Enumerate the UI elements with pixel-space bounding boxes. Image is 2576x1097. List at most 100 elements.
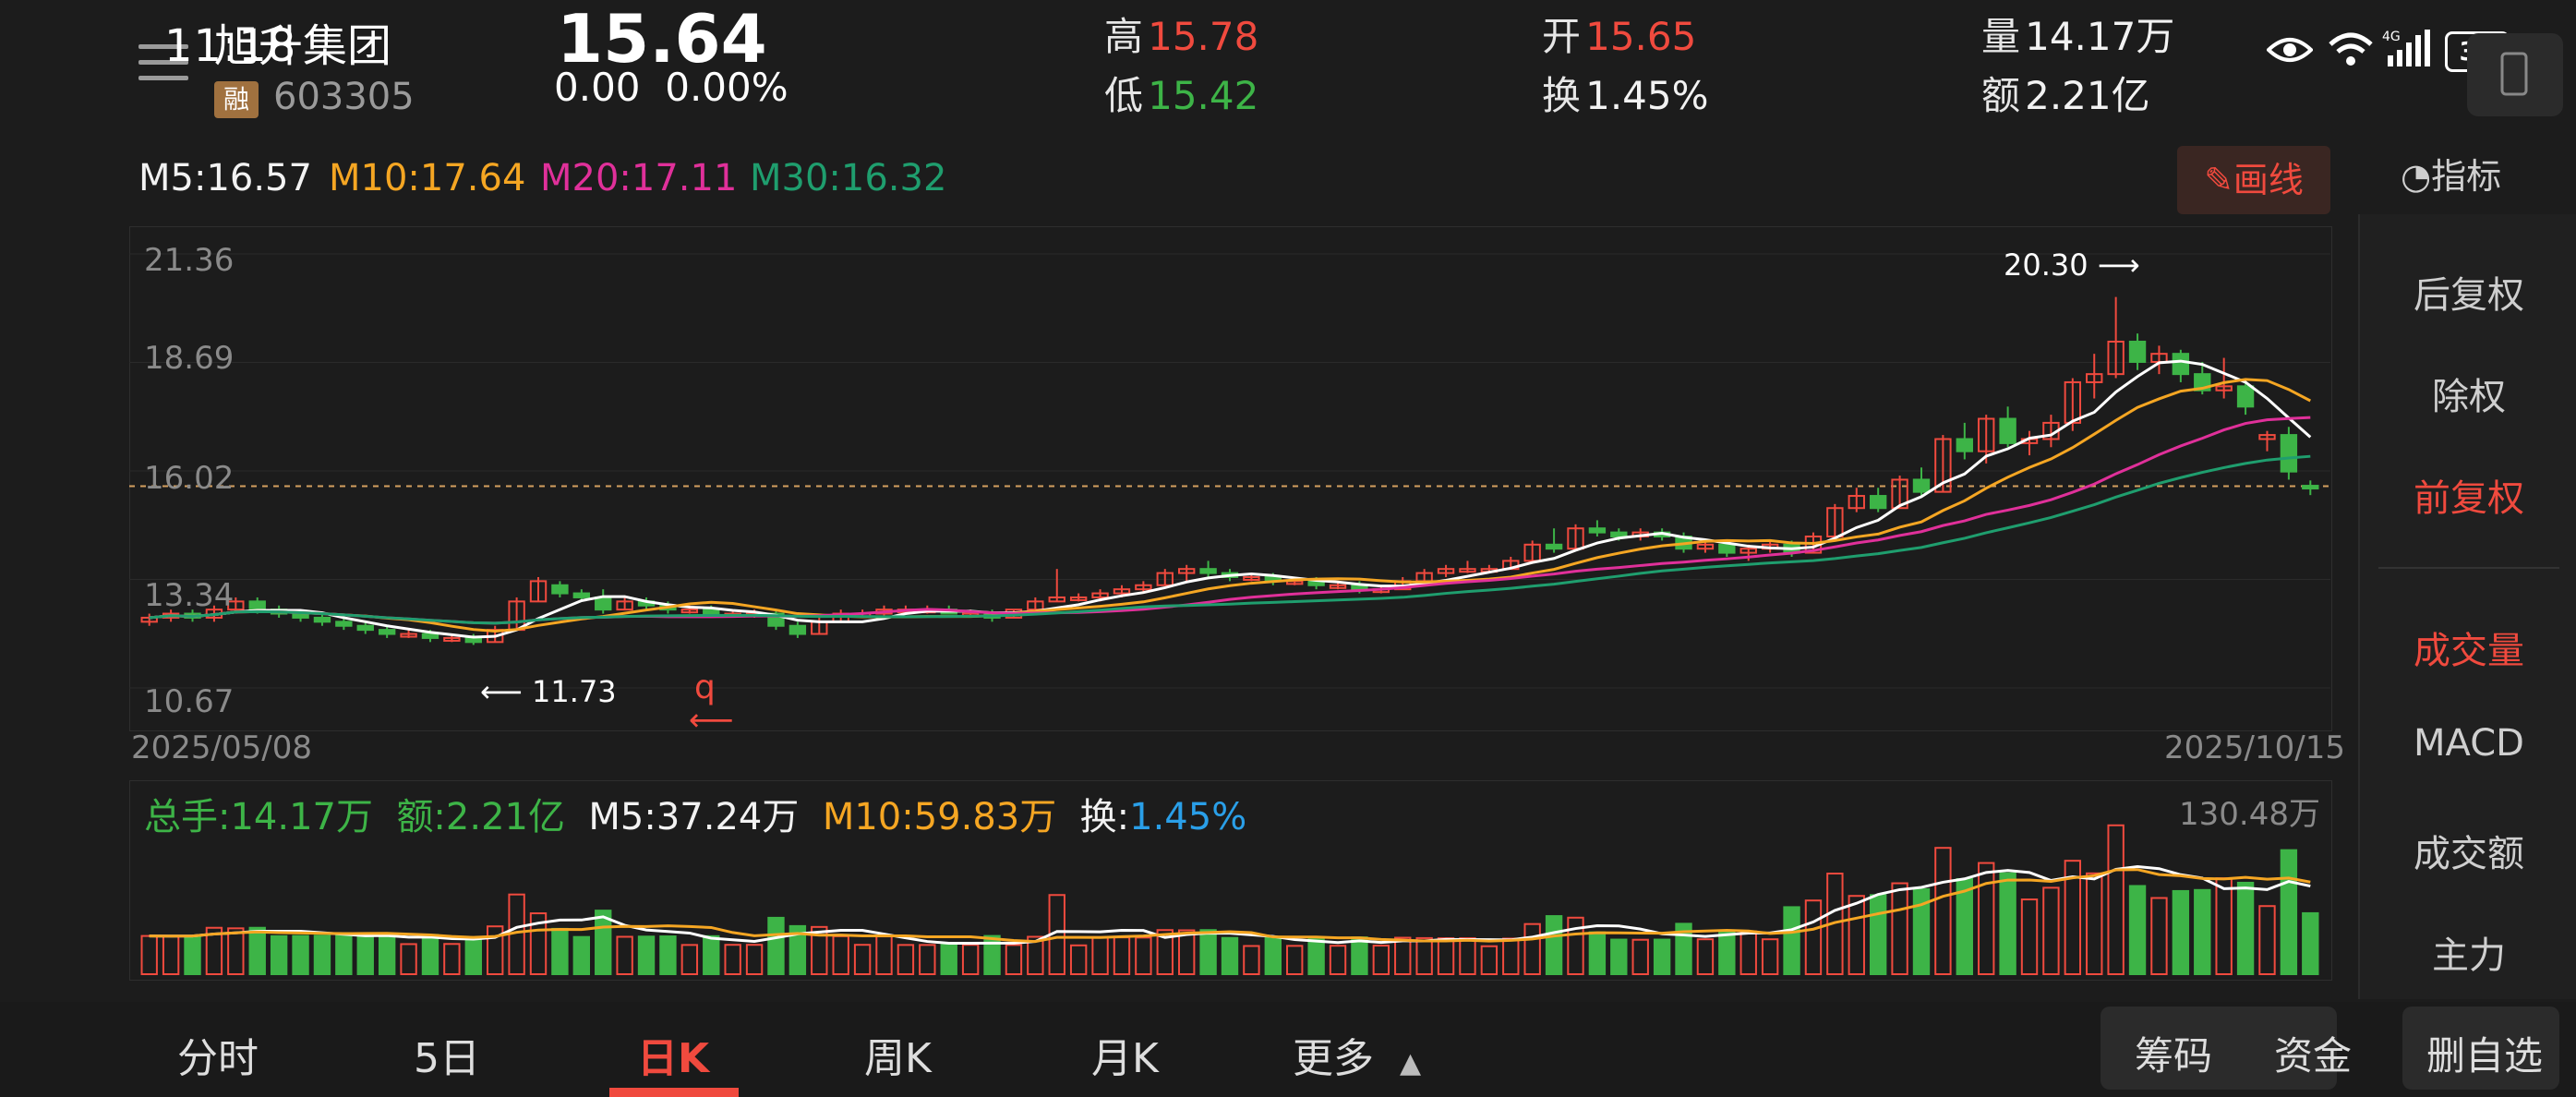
volume-bar xyxy=(1437,937,1455,975)
volume-bar xyxy=(1610,938,1628,975)
volume-value: 14.17万 xyxy=(2025,14,2175,59)
volume-bar xyxy=(1783,906,1800,975)
volume-bar xyxy=(248,926,266,975)
volume-bar xyxy=(2172,889,2190,975)
ma10-label: M10:17.64 xyxy=(329,157,526,199)
candle-body xyxy=(378,629,396,635)
volume-bar xyxy=(1480,945,1499,975)
draw-line-button[interactable]: ✎画线 xyxy=(2177,146,2330,214)
candle-body xyxy=(2302,485,2319,490)
candle-body xyxy=(595,596,612,611)
volume-bar xyxy=(680,944,699,975)
volume-bar xyxy=(1307,936,1325,976)
turnover-label: 换 xyxy=(1542,73,1582,118)
sidebar-item-amount[interactable]: 成交额 xyxy=(2360,824,2576,877)
event-marker[interactable]: q xyxy=(694,669,716,706)
candle-body xyxy=(356,624,374,632)
sidebar-item-volume[interactable]: 成交量 xyxy=(2360,621,2576,674)
stock-name: 旭升集团 xyxy=(214,20,392,72)
volume-bar xyxy=(2236,881,2255,975)
volume-bar xyxy=(961,944,980,975)
volume-bar xyxy=(767,916,785,976)
volume-bar xyxy=(919,944,936,975)
tab-daily-k[interactable]: 日K xyxy=(637,1025,709,1084)
candle-body xyxy=(335,621,353,627)
remove-watchlist-button[interactable]: 删自选 xyxy=(2426,1025,2543,1081)
volume-ma10-line xyxy=(149,868,2311,944)
amount-value: 2.21亿 xyxy=(2025,73,2150,118)
volume-bar xyxy=(1739,930,1757,975)
max-price-label: 20.30 ⟶ xyxy=(2004,247,2140,283)
volume-bar xyxy=(853,944,872,975)
candle-body xyxy=(1545,543,1563,550)
indicator-button[interactable]: ◔指标 xyxy=(2401,148,2501,199)
volume-bar xyxy=(1221,936,1239,975)
start-date: 2025/05/08 xyxy=(131,729,312,766)
ma5-label: M5:16.57 xyxy=(138,157,312,199)
y-tick-2: 18.69 xyxy=(144,340,235,377)
turnover-value: 1.45% xyxy=(1585,73,1709,118)
fullscreen-button[interactable] xyxy=(2467,33,2563,116)
volume-bar xyxy=(2302,911,2319,976)
volume-bar xyxy=(1243,945,1260,975)
end-date: 2025/10/15 xyxy=(2164,729,2345,766)
volume-chart[interactable] xyxy=(129,780,2330,979)
volume-bar xyxy=(1502,937,1520,976)
funds-button[interactable]: 资金 xyxy=(2274,1025,2352,1081)
volume-bar xyxy=(2215,877,2233,975)
volume-bar xyxy=(1177,929,1196,975)
low-stat: 低 15.42 xyxy=(1104,65,1258,121)
stock-code: 603305 xyxy=(273,76,415,118)
volume-bar xyxy=(1761,938,1779,975)
volume-bar xyxy=(162,934,180,975)
sidebar-item-macd[interactable]: MACD xyxy=(2360,722,2576,765)
volume-bar xyxy=(1999,872,2016,975)
candle-body xyxy=(464,636,482,644)
volume-bar xyxy=(1804,899,1823,975)
open-value: 15.65 xyxy=(1585,14,1697,59)
tab-intraday[interactable]: 分时 xyxy=(177,1025,259,1084)
candle-body xyxy=(2280,434,2298,473)
volume-bar xyxy=(443,943,461,976)
candle-body xyxy=(1956,438,1973,452)
change-value: 0.00 xyxy=(554,65,641,110)
tab-weekly-k[interactable]: 周K xyxy=(864,1025,932,1084)
candle-body xyxy=(2236,385,2255,408)
candle-body xyxy=(2128,340,2147,363)
candle-body xyxy=(1199,568,1217,574)
pencil-icon: ✎ xyxy=(2204,160,2233,200)
draw-line-label: 画线 xyxy=(2233,160,2304,200)
candle-body xyxy=(421,633,439,639)
active-tab-indicator xyxy=(609,1088,739,1097)
sidebar-item-main-force[interactable]: 主力 xyxy=(2360,925,2576,979)
volume-bar xyxy=(1891,882,1908,975)
volume-bar xyxy=(1199,929,1217,976)
tab-more[interactable]: 更多 ▲ xyxy=(1293,1025,1421,1084)
sidebar-item-ex-rights[interactable]: 除权 xyxy=(2360,367,2576,420)
tab-5day[interactable]: 5日 xyxy=(414,1025,480,1084)
sidebar-item-pre-adjusted[interactable]: 前复权 xyxy=(2360,468,2576,522)
chips-button[interactable]: 筹码 xyxy=(2135,1025,2212,1081)
ma30-label: M30:16.32 xyxy=(750,157,947,199)
tab-more-label: 更多 xyxy=(1293,1035,1374,1082)
volume-bar xyxy=(2150,897,2168,975)
sidebar-divider xyxy=(2378,567,2559,569)
change-percent: 0.00% xyxy=(665,65,788,110)
high-label: 高 xyxy=(1104,14,1144,59)
candle-body xyxy=(313,616,331,623)
volume-bar xyxy=(421,934,439,975)
low-label: 低 xyxy=(1104,73,1144,118)
sidebar-item-post-adjusted[interactable]: 后复权 xyxy=(2360,265,2576,319)
volume-bar xyxy=(659,935,677,975)
volume-bar xyxy=(940,944,957,975)
volume-bar xyxy=(1869,894,1887,975)
volume-bar xyxy=(832,934,849,975)
volume-bar xyxy=(1069,944,1088,976)
volume-bar xyxy=(551,927,569,976)
volume-bar xyxy=(897,944,915,975)
volume-bar xyxy=(1934,847,1952,976)
volume-bar xyxy=(2280,849,2298,975)
candle-body xyxy=(1588,527,1607,534)
kline-chart[interactable] xyxy=(129,226,2330,729)
tab-monthly-k[interactable]: 月K xyxy=(1091,1025,1159,1084)
